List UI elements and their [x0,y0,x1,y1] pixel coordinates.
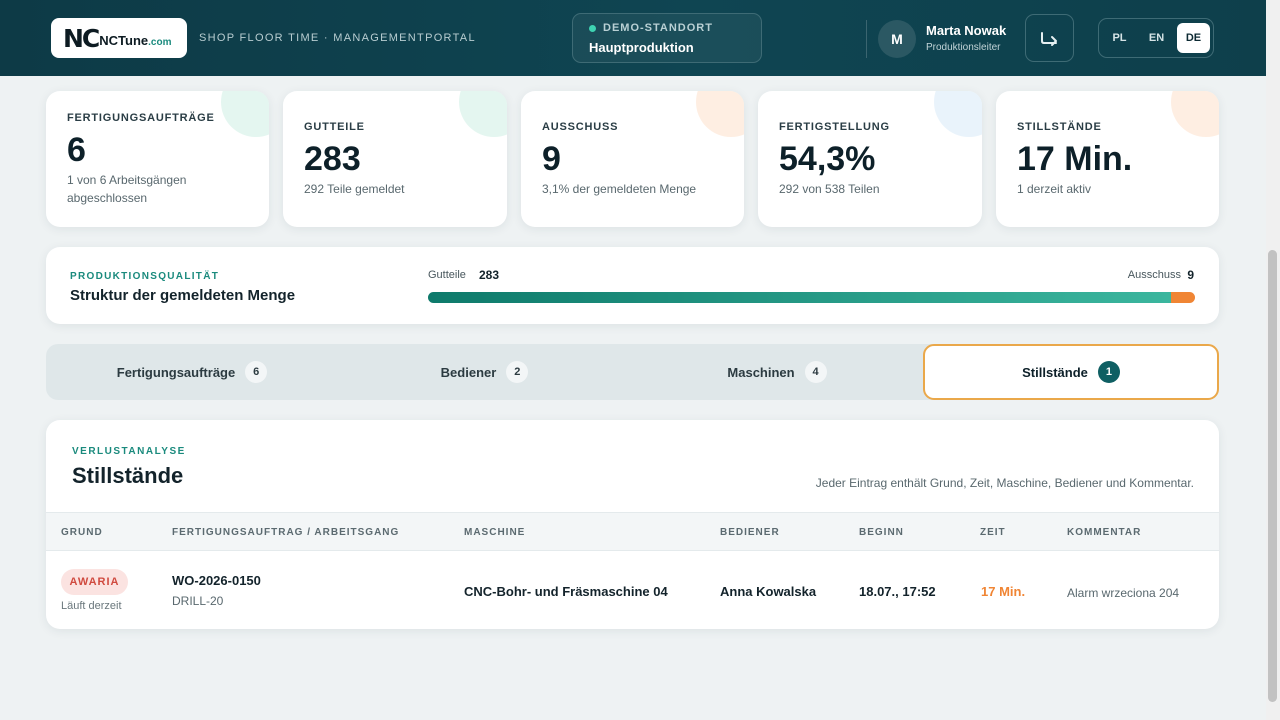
card-decoration [221,91,269,137]
kpi-value: 54,3% [779,140,876,178]
downtime-panel: VERLUSTANALYSE Stillstände Jeder Eintrag… [46,420,1219,629]
machine-name: CNC-Bohr- und Fräsmaschine 04 [464,584,668,599]
column-header[interactable]: FERTIGUNGSAUFTRAG / ARBEITSGANG [172,527,399,538]
good-parts-label: Gutteile [428,269,466,281]
portal-subtitle: SHOP FLOOR TIME · MANAGEMENTPORTAL [199,32,476,44]
kpi-subtext: 292 von 538 Teilen [779,182,880,196]
kpi-card-completion: FERTIGSTELLUNG 54,3% 292 von 538 Teilen [758,91,982,227]
tab-label: Stillstände [1022,364,1088,380]
kpi-card-orders: FERTIGUNGSAUFTRÄGE 6 1 von 6 Arbeitsgäng… [46,91,269,227]
kpi-subtext: 3,1% der gemeldeten Menge [542,182,697,196]
column-header[interactable]: KOMMENTAR [1067,527,1141,538]
tab-downtimes[interactable]: Stillstände 1 [923,344,1219,400]
reason-badge: AWARIA [61,569,128,595]
production-quality-card: PRODUKTIONSQUALITÄT Struktur der gemelde… [46,247,1219,324]
quality-bar-scrap-segment [1171,292,1195,303]
section-eyebrow: VERLUSTANALYSE [72,446,186,457]
kpi-label: FERTIGSTELLUNG [779,121,890,133]
order-number[interactable]: WO-2026-0150 [172,573,261,588]
section-title: Stillstände [72,463,184,488]
comment: Alarm wrzeciona 204 [1067,586,1180,600]
kpi-label: STILLSTÄNDE [1017,121,1102,133]
user-role: Produktionsleiter [926,42,1001,53]
tab-count-badge: 6 [245,361,268,383]
kpi-value: 6 [67,131,86,169]
header-divider [866,20,867,58]
quality-progress-bar [428,292,1195,303]
lang-button-pl[interactable]: PL [1103,23,1136,53]
top-bar: NC NCTune.com SHOP FLOOR TIME · MANAGEME… [0,0,1266,76]
logo-name: NCTune [99,32,149,48]
column-header[interactable]: BEDIENER [720,527,780,538]
site-name: Hauptproduktion [589,40,694,55]
tab-label: Fertigungsaufträge [116,364,236,380]
kpi-subtext: 1 von 6 Arbeitsgängen abgeschlossen [67,173,187,205]
column-header[interactable]: BEGINN [859,527,904,538]
avatar[interactable]: M [878,20,916,58]
status-dot-icon [589,24,596,32]
site-selector[interactable]: DEMO-STANDORT Hauptproduktion [572,13,762,63]
kpi-card-scrap: AUSSCHUSS 9 3,1% der gemeldeten Menge [521,91,744,227]
kpi-card-downtime: STILLSTÄNDE 17 Min. 1 derzeit aktiv [996,91,1219,227]
card-decoration [1171,91,1219,137]
section-eyebrow: PRODUKTIONSQUALITÄT [70,271,220,282]
tab-count-badge: 2 [506,361,529,383]
scrap-label: Ausschuss [1127,269,1181,281]
kpi-label: FERTIGUNGSAUFTRÄGE [67,112,215,124]
start-time: 18.07., 17:52 [859,584,936,599]
kpi-label: GUTTEILE [304,121,365,133]
operation-code: DRILL-20 [172,594,224,608]
kpi-subtext: 292 Teile gemeldet [304,182,405,196]
logout-icon [1040,32,1057,46]
scrap-value: 9 [1187,268,1194,282]
lang-button-en[interactable]: EN [1140,23,1173,53]
lang-button-de[interactable]: DE [1177,23,1210,53]
card-decoration [459,91,507,137]
tab-bar: Fertigungsaufträge 6 Bediener 2 Maschine… [46,344,1219,400]
tab-machines[interactable]: Maschinen 4 [631,344,923,400]
reason-status: Läuft derzeit [61,600,122,612]
logo[interactable]: NC NCTune.com [51,18,187,58]
tab-label: Maschinen [727,364,795,380]
logout-button[interactable] [1025,14,1074,62]
language-switcher: PL EN DE [1098,18,1214,58]
kpi-label: AUSSCHUSS [542,121,619,133]
kpi-value: 283 [304,140,361,178]
column-header[interactable]: ZEIT [980,527,1006,538]
section-hint: Jeder Eintrag enthält Grund, Zeit, Masch… [815,476,1194,490]
kpi-subtext: 1 derzeit aktiv [1017,182,1092,196]
good-parts-value: 283 [479,268,500,282]
card-decoration [696,91,744,137]
operator-name: Anna Kowalska [720,584,817,599]
column-header[interactable]: GRUND [61,527,103,538]
section-title: Struktur der gemeldeten Menge [70,287,296,304]
scrollbar-thumb[interactable] [1268,250,1277,702]
tab-label: Bediener [440,364,497,380]
tab-orders[interactable]: Fertigungsaufträge 6 [46,344,338,400]
tab-count-badge: 1 [1097,361,1120,383]
kpi-value: 9 [542,140,561,178]
duration: 17 Min. [981,584,1026,599]
tab-count-badge: 4 [804,361,827,383]
site-label: DEMO-STANDORT [603,22,713,34]
card-decoration [934,91,982,137]
user-name: Marta Nowak [926,23,1007,38]
logo-mark: NC [63,23,100,53]
kpi-value: 17 Min. [1017,140,1133,178]
table-header: GRUND FERTIGUNGSAUFTRAG / ARBEITSGANG MA… [46,512,1219,551]
tab-operators[interactable]: Bediener 2 [338,344,631,400]
quality-bar-good-segment [428,292,1172,303]
kpi-card-good-parts: GUTTEILE 283 292 Teile gemeldet [283,91,507,227]
logo-domain: .com [148,36,172,48]
column-header[interactable]: MASCHINE [464,527,525,538]
